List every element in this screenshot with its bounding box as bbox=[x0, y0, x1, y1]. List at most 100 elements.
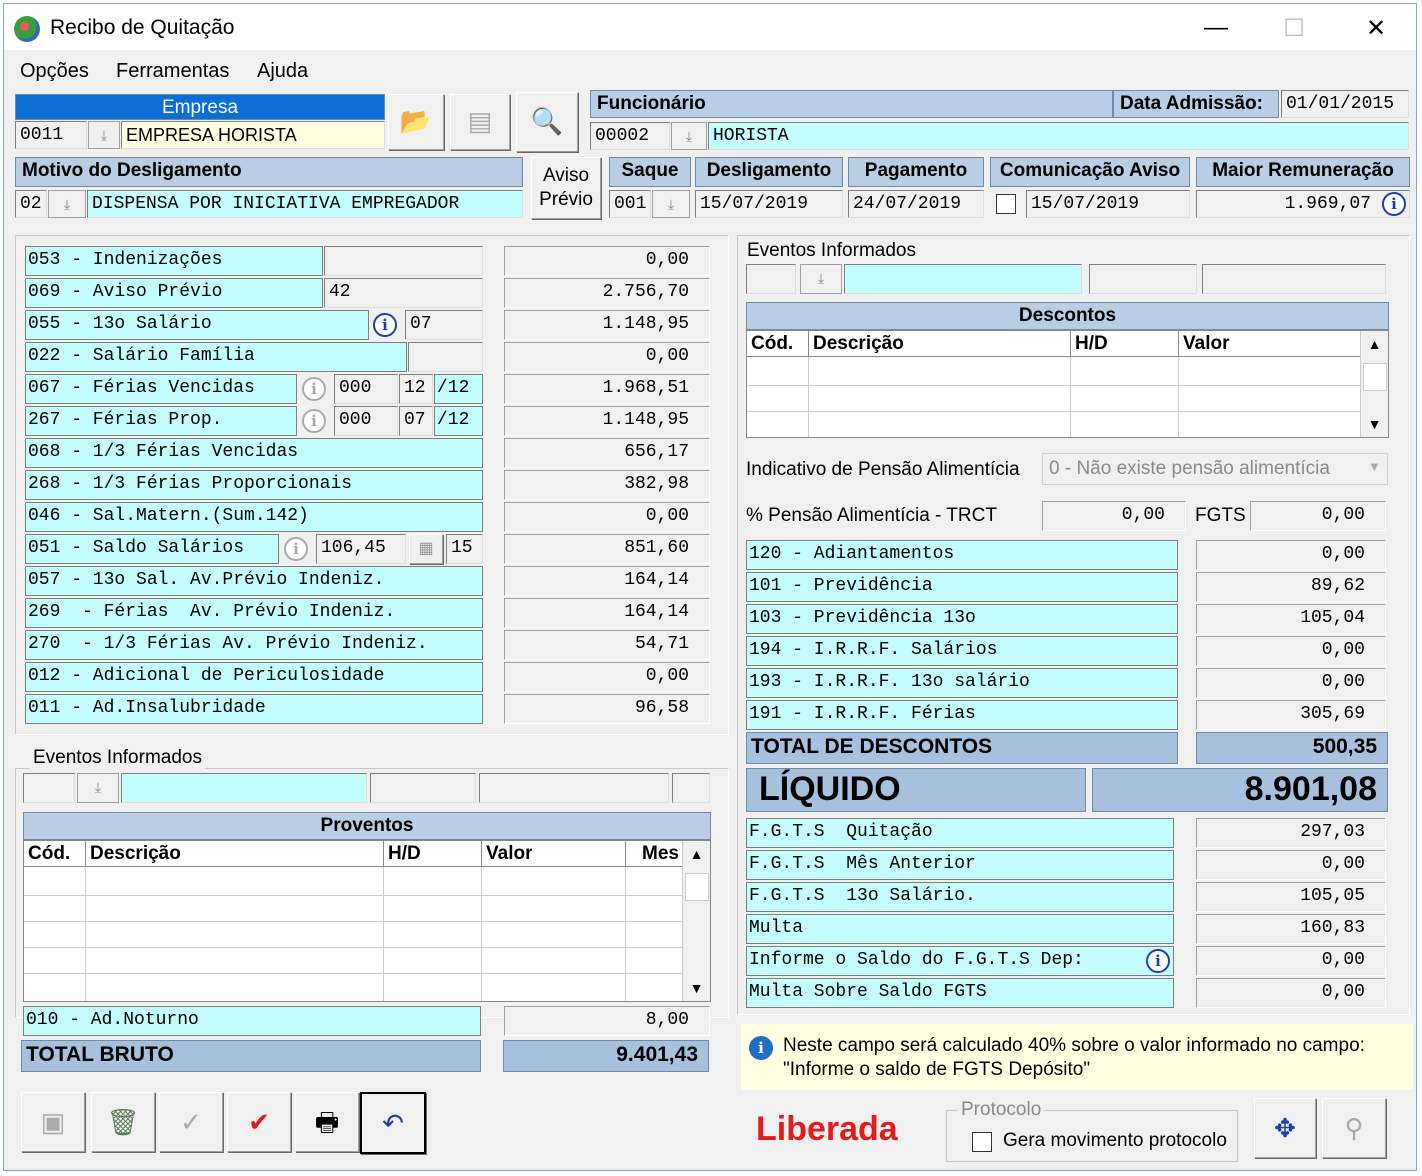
search-preview-button[interactable]: 🔍 bbox=[516, 92, 578, 152]
provento-extra-field[interactable]: 42 bbox=[324, 278, 483, 308]
funcionario-lookup-button[interactable]: ⤓ bbox=[671, 122, 707, 150]
proventos-scrollbar[interactable]: ▲ ▼ bbox=[682, 841, 710, 1001]
desconto-value[interactable]: 89,62 bbox=[1196, 572, 1386, 602]
provento-extra2-field[interactable]: 07 bbox=[399, 406, 433, 436]
desconto-value[interactable]: 0,00 bbox=[1196, 636, 1386, 666]
scroll-down-icon[interactable]: ▼ bbox=[1361, 411, 1388, 437]
desconto-value[interactable]: 0,00 bbox=[1196, 540, 1386, 570]
col-descricao[interactable]: Descrição bbox=[809, 331, 1071, 357]
pagamento-field[interactable]: 24/07/2019 bbox=[848, 190, 984, 218]
provento-extra-field[interactable] bbox=[324, 246, 483, 276]
empresa-lookup-button[interactable]: ⤓ bbox=[88, 121, 120, 149]
delete-button[interactable]: 🗑 bbox=[91, 1092, 155, 1152]
evento-right-desc-field[interactable] bbox=[844, 264, 1082, 294]
provento-extra-field[interactable]: 000 bbox=[334, 406, 398, 436]
scroll-down-icon[interactable]: ▼ bbox=[683, 975, 710, 1001]
provento-extra-field[interactable] bbox=[408, 342, 483, 372]
evento-left-desc-field[interactable] bbox=[121, 773, 367, 803]
fgts-item-value[interactable]: 0,00 bbox=[1196, 850, 1386, 880]
col-descricao[interactable]: Descrição bbox=[86, 841, 384, 867]
col-cod[interactable]: Cód. bbox=[24, 841, 86, 867]
provento-value[interactable]: 164,14 bbox=[504, 598, 710, 628]
provento-value[interactable]: 0,00 bbox=[504, 502, 710, 532]
col-cod[interactable]: Cód. bbox=[747, 331, 809, 357]
provento-value[interactable]: 851,60 bbox=[504, 534, 710, 564]
col-hd[interactable]: H/D bbox=[384, 841, 482, 867]
undo-button[interactable]: ↶ bbox=[360, 1092, 426, 1154]
evento-right-valor-field[interactable] bbox=[1202, 264, 1386, 294]
provento-extra-field[interactable]: 000 bbox=[334, 374, 398, 404]
maior-remuneracao-info-icon[interactable]: i bbox=[1382, 192, 1406, 216]
evento-left-hd-field[interactable] bbox=[370, 773, 476, 803]
motivo-desc-field[interactable]: DISPENSA POR INICIATIVA EMPREGADOR bbox=[87, 190, 523, 218]
navigate-button[interactable]: ✥ bbox=[1254, 1098, 1316, 1158]
comunicacao-field[interactable]: 15/07/2019 bbox=[1026, 190, 1190, 218]
print-button[interactable]: 🖶 bbox=[295, 1092, 359, 1152]
evento-right-code-field[interactable] bbox=[746, 264, 796, 294]
saque-code-field[interactable]: 001 bbox=[609, 190, 651, 218]
empresa-code-field[interactable]: 0011 bbox=[15, 121, 87, 149]
pensao-chevron-down-icon[interactable]: ▼ bbox=[1368, 459, 1381, 474]
desligamento-field[interactable]: 15/07/2019 bbox=[695, 190, 843, 218]
descontos-grid[interactable]: Cód. Descrição H/D Valor ▲ ▼ bbox=[746, 330, 1389, 438]
provento-value[interactable]: 1.968,51 bbox=[504, 374, 710, 404]
user-search-button[interactable]: ⚲ bbox=[1322, 1098, 1386, 1158]
provento-value[interactable]: 382,98 bbox=[504, 470, 710, 500]
scroll-up-icon[interactable]: ▲ bbox=[683, 841, 710, 867]
scroll-up-icon[interactable]: ▲ bbox=[1361, 331, 1388, 357]
funcionario-name-field[interactable]: HORISTA bbox=[708, 122, 1409, 150]
motivo-code-field[interactable]: 02 bbox=[15, 190, 47, 218]
provento-value[interactable]: 2.756,70 bbox=[504, 278, 710, 308]
evento-right-lookup-button[interactable]: ⤓ bbox=[800, 264, 842, 294]
evento-left-lookup-button[interactable]: ⤓ bbox=[77, 773, 119, 803]
proventos-grid[interactable]: Cód. Descrição H/D Valor Mes ▲ ▼ bbox=[23, 840, 711, 1002]
confirm-button[interactable]: ✔ bbox=[227, 1092, 291, 1152]
fgts-item-value[interactable]: 0,00 bbox=[1196, 946, 1386, 976]
menu-ajuda[interactable]: Ajuda bbox=[257, 60, 308, 83]
maior-remuneracao-field[interactable]: 1.969,07 bbox=[1196, 190, 1410, 218]
provento-value[interactable]: 0,00 bbox=[504, 246, 710, 276]
saldo-fgts-info-icon[interactable]: i bbox=[1146, 949, 1170, 973]
menu-opcoes[interactable]: Opções bbox=[20, 60, 89, 83]
desconto-value[interactable]: 105,04 bbox=[1196, 604, 1386, 634]
provento-value[interactable]: 656,17 bbox=[504, 438, 710, 468]
empresa-name-field[interactable]: EMPRESA HORISTA bbox=[121, 121, 385, 149]
provento-value[interactable]: 1.148,95 bbox=[504, 310, 710, 340]
fgts-item-value[interactable]: 105,05 bbox=[1196, 882, 1386, 912]
descontos-scrollbar[interactable]: ▲ ▼ bbox=[1360, 331, 1388, 437]
minimize-button[interactable]: — bbox=[1196, 14, 1236, 42]
saldo-calc-button[interactable]: ▦ bbox=[409, 534, 443, 564]
close-button[interactable]: ✕ bbox=[1356, 14, 1396, 43]
evento-left-valor-field[interactable] bbox=[479, 773, 669, 803]
fgts-item-value[interactable]: 297,03 bbox=[1196, 818, 1386, 848]
pensao-pct-value[interactable]: 0,00 bbox=[1042, 501, 1186, 531]
aviso-previo-button[interactable]: Aviso Prévio bbox=[531, 157, 601, 219]
menu-ferramentas[interactable]: Ferramentas bbox=[116, 60, 229, 83]
maximize-button[interactable]: ☐ bbox=[1274, 14, 1314, 43]
desconto-value[interactable]: 0,00 bbox=[1196, 668, 1386, 698]
evento-left-code-field[interactable] bbox=[23, 773, 75, 803]
confirm-disabled-button[interactable]: ✓ bbox=[159, 1092, 223, 1152]
admissao-field[interactable]: 01/01/2015 bbox=[1281, 90, 1409, 118]
provento-extra2-field[interactable]: 15 bbox=[446, 534, 483, 564]
provento-value[interactable]: 164,14 bbox=[504, 566, 710, 596]
saque-lookup-button[interactable]: ⤓ bbox=[652, 190, 690, 218]
col-hd[interactable]: H/D bbox=[1071, 331, 1179, 357]
decimo-terceiro-info-icon[interactable]: i bbox=[373, 313, 397, 337]
evento-left-mes-field[interactable] bbox=[672, 773, 710, 803]
provento-extra2-field[interactable]: 12 bbox=[399, 374, 433, 404]
saldo-salarios-info-icon[interactable]: i bbox=[284, 537, 308, 561]
funcionario-code-field[interactable]: 00002 bbox=[590, 122, 670, 150]
provento-value[interactable]: 0,00 bbox=[504, 662, 710, 692]
scroll-thumb[interactable] bbox=[1363, 363, 1387, 391]
ad-noturno-value[interactable]: 8,00 bbox=[504, 1006, 710, 1036]
provento-value[interactable]: 1.148,95 bbox=[504, 406, 710, 436]
provento-value[interactable]: 96,58 bbox=[504, 694, 710, 724]
provento-extra-field[interactable]: 106,45 bbox=[316, 534, 406, 564]
save-button[interactable]: ▣ bbox=[21, 1092, 85, 1152]
pensao-select[interactable]: 0 - Não existe pensão alimentícia bbox=[1042, 453, 1388, 485]
col-valor[interactable]: Valor bbox=[482, 841, 626, 867]
col-valor[interactable]: Valor bbox=[1179, 331, 1361, 357]
report-button[interactable]: ▤ bbox=[450, 94, 510, 150]
open-folder-button[interactable]: 📂 bbox=[388, 94, 444, 150]
